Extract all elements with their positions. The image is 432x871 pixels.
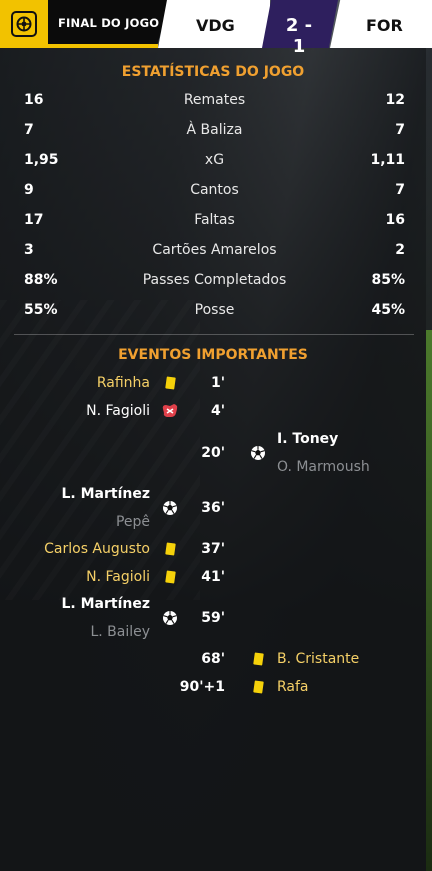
stat-away-value: 45% — [371, 302, 405, 318]
stat-away-value: 7 — [395, 122, 405, 138]
match-status: FINAL DO JOGO — [58, 16, 160, 30]
status-underline — [48, 44, 158, 48]
stat-label: Remates — [183, 92, 246, 108]
stat-away-value: 12 — [385, 92, 405, 108]
pitch-edge — [426, 330, 432, 871]
event-player: N. Fagioli — [86, 403, 150, 419]
yellow-card-icon — [253, 652, 264, 666]
event-minute: 4' — [210, 403, 225, 419]
scoreboard-header: FINAL DO JOGO VDG 2 - 1 FOR — [0, 0, 432, 57]
stat-row-yellow-cards: 3 Cartões Amarelos 2 — [24, 242, 405, 262]
event-assist: Pepê — [115, 514, 150, 530]
section-divider — [14, 334, 414, 335]
stat-label: Passes Completados — [142, 272, 287, 288]
stat-away-value: 7 — [395, 182, 405, 198]
event-minute: 36' — [201, 500, 225, 516]
event-minute: 41' — [201, 569, 225, 585]
competition-logo-icon — [11, 11, 37, 37]
event-player: Rafinha — [96, 375, 150, 391]
stat-away-value: 85% — [371, 272, 405, 288]
event-player: N. Fagioli — [86, 569, 150, 585]
event-player: B. Cristante — [277, 651, 360, 667]
event-minute: 59' — [201, 610, 225, 626]
event-minute: 1' — [210, 375, 225, 391]
stat-row-passes: 88% Passes Completados 85% — [24, 272, 405, 292]
events-title: EVENTOS IMPORTANTES — [118, 347, 308, 363]
event-minute: 68' — [201, 651, 225, 667]
stat-label: À Baliza — [186, 122, 243, 138]
score: 2 - 1 — [285, 15, 313, 57]
event-minute: 20' — [201, 445, 225, 461]
event-player: Rafa — [277, 679, 309, 695]
stat-row-xg: 1,95 xG 1,11 — [24, 152, 405, 172]
stat-label: Faltas — [194, 212, 235, 228]
stat-row-corners: 9 Cantos 7 — [24, 182, 405, 202]
competition-badge — [0, 0, 48, 48]
stat-row-shots: 16 Remates 12 — [24, 92, 405, 112]
event-assist: L. Bailey — [90, 624, 150, 640]
event-player: L. Martínez — [61, 596, 151, 612]
stat-away-value: 1,11 — [370, 152, 405, 168]
stat-away-value: 2 — [395, 242, 405, 258]
stat-row-possession: 55% Posse 45% — [24, 302, 405, 322]
away-team-name: FOR — [366, 16, 403, 35]
stat-row-fouls: 17 Faltas 16 — [24, 212, 405, 232]
home-team-name: VDG — [196, 16, 235, 35]
stat-label: xG — [204, 152, 225, 168]
event-player: L. Martínez — [61, 486, 151, 502]
yellow-card-icon — [253, 680, 264, 694]
event-assist: O. Marmoush — [277, 459, 370, 475]
football-icon — [250, 445, 266, 465]
event-player: I. Toney — [277, 431, 339, 447]
stats-title: ESTATÍSTICAS DO JOGO — [121, 64, 305, 80]
stat-away-value: 16 — [385, 212, 405, 228]
event-player: Carlos Augusto — [44, 541, 150, 557]
stat-row-on-target: 7 À Baliza 7 — [24, 122, 405, 142]
stat-label: Posse — [194, 302, 235, 318]
event-minute: 90'+1 — [179, 679, 225, 695]
stat-label: Cartões Amarelos — [152, 242, 277, 258]
stat-label: Cantos — [190, 182, 239, 198]
event-minute: 37' — [201, 541, 225, 557]
